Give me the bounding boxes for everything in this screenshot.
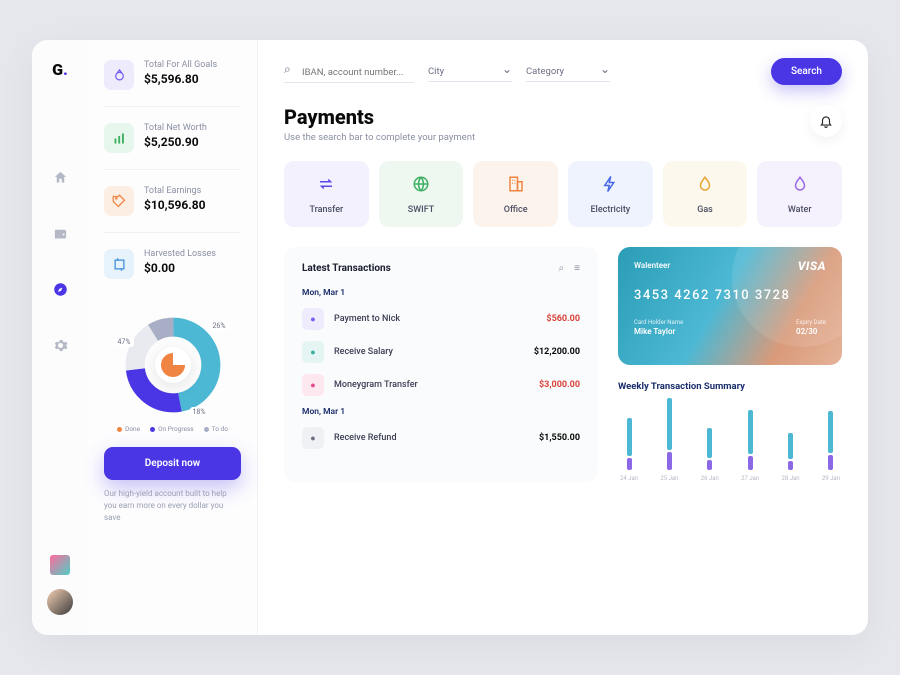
cat-water[interactable]: Water [757,161,842,227]
stat-earnings: Total Earnings$10,596.80 [104,186,241,233]
donut-legend: Done On Progress To do [104,425,241,433]
transaction-date: Mon, Mar 1 [302,407,580,417]
transaction-date: Mon, Mar 1 [302,288,580,298]
stat-networth: Total Net Worth$5,250.90 [104,123,241,170]
avatar[interactable] [47,589,73,615]
categories: Transfer SWIFT Office Electricity Gas Wa… [284,161,842,227]
stat-losses: Harvested Losses$0.00 [104,249,241,295]
main: City Category Search Payments Use the se… [258,40,868,635]
goals-icon [104,60,134,90]
tag-icon [104,186,134,216]
search-input[interactable] [284,63,414,83]
cat-transfer[interactable]: Transfer [284,161,369,227]
trans-search-icon[interactable]: ⌕ [559,263,565,274]
transaction-row[interactable]: ●Payment to Nick$560.00 [302,308,580,330]
nav-rail: G [32,40,88,635]
transaction-row[interactable]: ●Receive Refund$1,550.00 [302,427,580,449]
search-button[interactable]: Search [771,58,842,85]
transactions-card: Latest Transactions ⌕≡ Mon, Mar 1●Paymen… [284,247,598,482]
transaction-icon: ● [302,374,324,396]
notifications-button[interactable] [810,105,842,137]
cat-electricity[interactable]: Electricity [568,161,653,227]
visa-logo: VISA [798,259,826,273]
donut-chart: 47% 26% 18% [123,315,223,415]
transaction-row[interactable]: ●Receive Salary$12,200.00 [302,341,580,363]
chart-icon [104,123,134,153]
transaction-icon: ● [302,427,324,449]
deposit-button[interactable]: Deposit now [104,447,241,480]
nav-compass[interactable] [46,275,74,303]
sidebar: Total For All Goals$5,596.80 Total Net W… [88,40,258,635]
credit-card[interactable]: Walenteer VISA 3453 4262 7310 3728 Card … [618,247,842,365]
city-dropdown[interactable]: City [428,62,512,82]
cat-gas[interactable]: Gas [663,161,748,227]
gift-icon[interactable] [50,555,70,575]
logo: G [52,60,68,79]
transaction-icon: ● [302,308,324,330]
nav-wallet[interactable] [46,219,74,247]
cat-office[interactable]: Office [473,161,558,227]
transaction-row[interactable]: ●Moneygram Transfer$3,000.00 [302,374,580,396]
trans-menu-icon[interactable]: ≡ [574,263,580,274]
category-dropdown[interactable]: Category [526,62,610,82]
page-title: Payments [284,105,475,129]
page-subtitle: Use the search bar to complete your paym… [284,132,475,143]
weekly-chart: 24 Jan25 Jan26 Jan27 Jan28 Jan29 Jan [618,404,842,482]
cycle-icon [104,249,134,279]
transaction-icon: ● [302,341,324,363]
nav-settings[interactable] [46,331,74,359]
weekly-chart-title: Weekly Transaction Summary [618,381,842,392]
stat-goals: Total For All Goals$5,596.80 [104,60,241,107]
cat-swift[interactable]: SWIFT [379,161,464,227]
nav-home[interactable] [46,163,74,191]
deposit-desc: Our high-yield account built to help you… [104,488,241,524]
